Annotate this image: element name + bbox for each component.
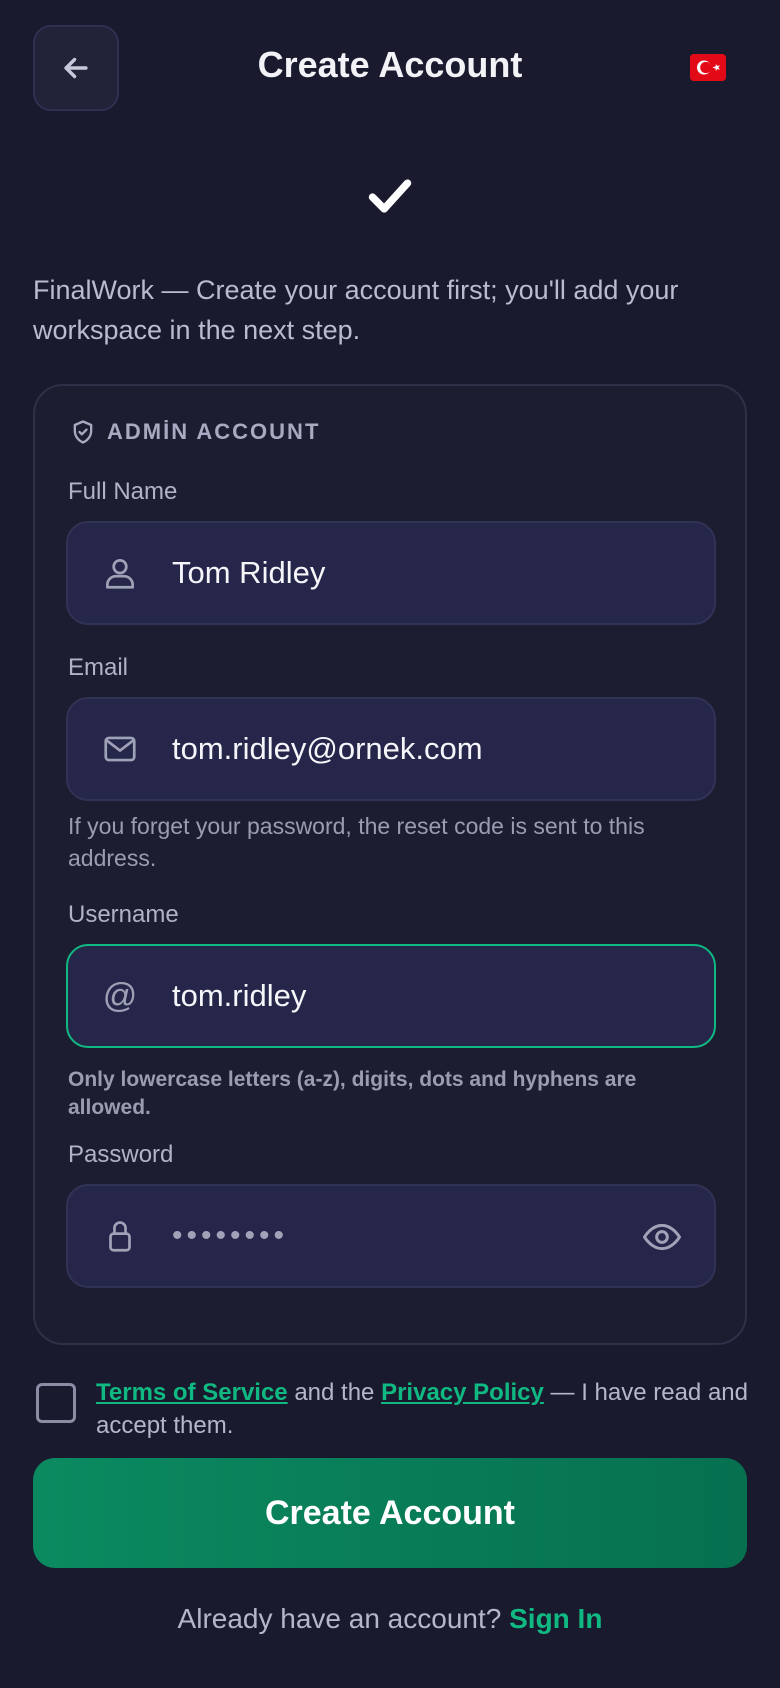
password-value: ••••••••	[172, 1219, 289, 1252]
terms-middle: and the	[287, 1379, 382, 1406]
email-value: tom.ridley@ornek.com	[172, 731, 483, 766]
username-value: tom.ridley	[172, 978, 307, 1013]
create-account-screen: Create Account FinalWork — Create your a…	[0, 0, 780, 1688]
section-title-text: ADMİN ACCOUNT	[107, 419, 321, 444]
checkmark-icon	[368, 179, 412, 213]
full-name-value: Tom Ridley	[172, 555, 326, 590]
admin-account-card: ADMİN ACCOUNT Full Name Tom Ridley Email	[33, 384, 747, 1345]
password-field[interactable]: ••••••••	[66, 1184, 716, 1288]
at-sign-icon: @	[68, 946, 172, 1046]
email-label: Email	[68, 654, 129, 681]
page-title: Create Account	[257, 44, 523, 85]
privacy-policy-link[interactable]: Privacy Policy	[381, 1379, 544, 1406]
full-name-field[interactable]: Tom Ridley	[66, 521, 716, 625]
lock-icon	[68, 1186, 172, 1286]
signin-prompt: Already have an account?	[177, 1603, 510, 1634]
username-label: Username	[68, 901, 179, 928]
intro-text: FinalWork — Create your account first; y…	[33, 275, 679, 345]
user-icon	[68, 523, 172, 623]
shield-check-icon	[73, 420, 93, 444]
terms-of-service-link[interactable]: Terms of Service	[96, 1379, 288, 1406]
terms-text: Terms of Service and the Privacy Policy …	[96, 1376, 756, 1442]
email-field[interactable]: tom.ridley@ornek.com	[66, 697, 716, 801]
email-hint: If you forget your password, the reset c…	[68, 813, 645, 871]
create-account-button[interactable]: Create Account	[33, 1458, 747, 1568]
turkey-flag-icon[interactable]	[690, 54, 726, 81]
full-name-label: Full Name	[68, 478, 178, 505]
mail-icon	[68, 699, 172, 799]
section-title: ADMİN ACCOUNT	[69, 418, 320, 446]
username-hint: Only lowercase letters (a-z), digits, do…	[68, 1068, 637, 1119]
sign-in-link[interactable]: Sign In	[509, 1603, 602, 1634]
signin-row: Already have an account? Sign In	[0, 1603, 780, 1635]
username-field[interactable]: @ tom.ridley	[66, 944, 716, 1048]
password-label: Password	[68, 1141, 174, 1168]
username-prefix: @	[102, 976, 138, 1015]
eye-icon[interactable]	[642, 1220, 682, 1259]
terms-checkbox[interactable]	[36, 1383, 76, 1423]
